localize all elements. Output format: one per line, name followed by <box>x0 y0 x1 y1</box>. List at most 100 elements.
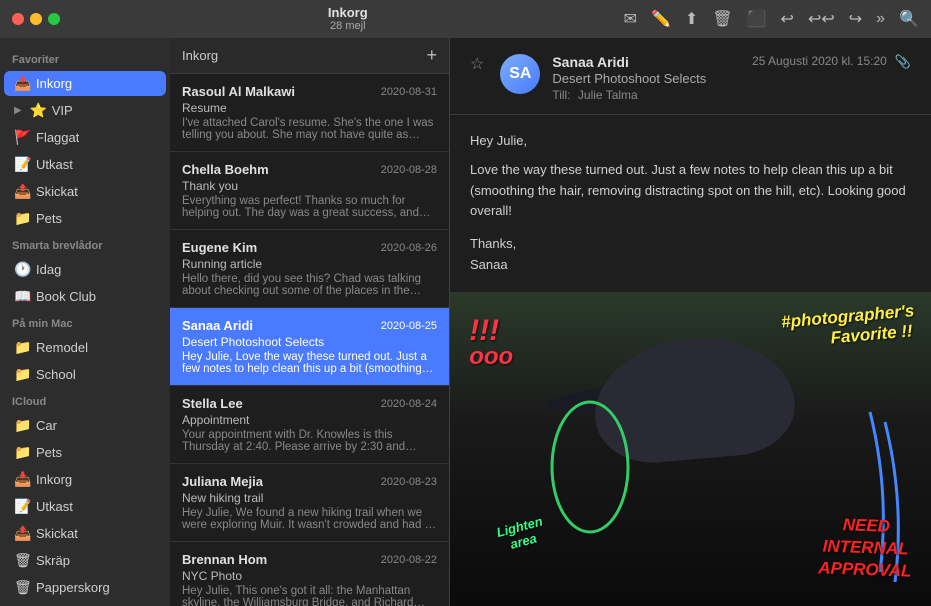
message-date: 2020-08-23 <box>381 476 437 488</box>
message-preview: Your appointment with Dr. Knowles is thi… <box>182 429 437 453</box>
sidebar-item-skickat[interactable]: 📤 Skickat <box>4 179 166 204</box>
sidebar-item-inkorg[interactable]: 📥 Inkorg <box>4 71 166 96</box>
folder-icon: 📁 <box>14 366 30 383</box>
trash-icon: 🗑 <box>14 552 30 569</box>
trash-icon: 🗑 <box>14 579 30 596</box>
window-title: Inkorg 28 mejl <box>72 5 624 34</box>
message-item[interactable]: Brennan Hom 2020-08-22 NYC Photo Hey Jul… <box>170 542 449 606</box>
folder-move-icon[interactable]: ⬛ <box>747 9 767 29</box>
sidebar-item-label: Skickat <box>36 184 78 199</box>
sidebar-item-label: Pets <box>36 211 62 226</box>
message-sender: Juliana Mejia <box>182 474 263 489</box>
fullscreen-button[interactable] <box>48 13 60 25</box>
detail-meta: Sanaa Aridi Desert Photoshoot Selects Ti… <box>552 54 740 102</box>
sidebar-item-idag[interactable]: 🕐 Idag <box>4 257 166 282</box>
forward-icon[interactable]: ↪ <box>849 9 862 29</box>
sidebar-item-label: Car <box>36 418 57 433</box>
message-subject: Thank you <box>182 179 437 193</box>
message-subject: NYC Photo <box>182 569 437 583</box>
edit-icon[interactable]: ✏️ <box>651 9 671 29</box>
sidebar-item-label: Skickat <box>36 526 78 541</box>
message-item[interactable]: Juliana Mejia 2020-08-23 New hiking trai… <box>170 464 449 542</box>
more-icon[interactable]: » <box>876 10 885 28</box>
message-preview: Hey Julie, This one's got it all: the Ma… <box>182 585 437 606</box>
sidebar-item-vip[interactable]: ▶ ⭐ VIP <box>4 98 166 123</box>
sidebar-item-remodel[interactable]: 📁 Remodel <box>4 335 166 360</box>
message-preview: Hey Julie, Love the way these turned out… <box>182 351 437 375</box>
message-list-scroll[interactable]: Rasoul Al Malkawi 2020-08-31 Resume I've… <box>170 74 449 606</box>
expand-arrow-icon: ▶ <box>14 105 22 116</box>
hat-shape <box>589 330 799 467</box>
draft-icon: 📝 <box>14 498 30 515</box>
message-preview: Hey Julie, We found a new hiking trail w… <box>182 507 437 531</box>
sidebar-item-arkiv[interactable]: 📦 Arkiv <box>4 602 166 606</box>
sidebar-item-car[interactable]: 📁 Car <box>4 413 166 438</box>
section-header-pa-min-mac: På min Mac <box>0 310 170 334</box>
folder-icon: 📁 <box>14 210 30 227</box>
detail-to: Till: Julie Talma <box>552 88 740 102</box>
exclamation-annotation: !!! ooo <box>469 317 513 370</box>
sidebar-item-pets-icloud[interactable]: 📁 Pets <box>4 440 166 465</box>
message-item-selected[interactable]: Sanaa Aridi 2020-08-25 Desert Photoshoot… <box>170 308 449 386</box>
message-item[interactable]: Chella Boehm 2020-08-28 Thank you Everyt… <box>170 152 449 230</box>
message-preview: Hello there, did you see this? Chad was … <box>182 273 437 297</box>
delete-icon[interactable]: 🗑 <box>712 9 732 29</box>
sidebar-item-pets[interactable]: 📁 Pets <box>4 206 166 231</box>
clock-icon: 🕐 <box>14 261 30 278</box>
star-favorite-icon[interactable]: ☆ <box>470 54 484 74</box>
compose-icon[interactable]: ✉ <box>624 9 637 29</box>
sidebar-item-label: Utkast <box>36 157 73 172</box>
message-subject: Running article <box>182 257 437 271</box>
sidebar: Favoriter 📥 Inkorg ▶ ⭐ VIP 🚩 Flaggat 📝 U… <box>0 38 170 606</box>
reply-icon[interactable]: ↩ <box>781 9 794 29</box>
search-icon[interactable]: 🔍 <box>899 9 919 29</box>
sidebar-item-utkast[interactable]: 📝 Utkast <box>4 152 166 177</box>
message-sender: Rasoul Al Malkawi <box>182 84 295 99</box>
section-header-smarta: Smarta brevlådor <box>0 232 170 256</box>
sidebar-item-utkast-icloud[interactable]: 📝 Utkast <box>4 494 166 519</box>
message-preview: Everything was perfect! Thanks so much f… <box>182 195 437 219</box>
message-item[interactable]: Rasoul Al Malkawi 2020-08-31 Resume I've… <box>170 74 449 152</box>
minimize-button[interactable] <box>30 13 42 25</box>
inbox-icon: 📥 <box>14 471 30 488</box>
sidebar-item-skickat-icloud[interactable]: 📤 Skickat <box>4 521 166 546</box>
sidebar-item-book-club[interactable]: 📖 Book Club <box>4 284 166 309</box>
flag-icon: 🚩 <box>14 129 30 146</box>
message-date: 2020-08-26 <box>381 242 437 254</box>
message-date: 2020-08-31 <box>381 86 437 98</box>
sidebar-item-label: Flaggat <box>36 130 79 145</box>
hashtag-annotation: #photographer's Favorite !! <box>780 302 913 354</box>
reply-all-icon[interactable]: ↩↩ <box>808 9 835 29</box>
sidebar-item-school[interactable]: 📁 School <box>4 362 166 387</box>
sidebar-item-papperskorg[interactable]: 🗑 Papperskorg <box>4 575 166 600</box>
message-item[interactable]: Eugene Kim 2020-08-26 Running article He… <box>170 230 449 308</box>
detail-body: Hey Julie, Love the way these turned out… <box>450 115 931 606</box>
sidebar-item-label: Inkorg <box>36 472 72 487</box>
main-layout: Favoriter 📥 Inkorg ▶ ⭐ VIP 🚩 Flaggat 📝 U… <box>0 38 931 606</box>
folder-icon: 📁 <box>14 339 30 356</box>
sidebar-item-flaggat[interactable]: 🚩 Flaggat <box>4 125 166 150</box>
approval-annotation: NEED INTERNAL APPROVAL <box>817 513 912 582</box>
lighten-annotation: Lighten area <box>495 514 548 555</box>
compose-button[interactable]: + <box>426 45 437 66</box>
message-subject: Desert Photoshoot Selects <box>182 335 437 349</box>
detail-header: ☆ SA Sanaa Aridi Desert Photoshoot Selec… <box>450 38 931 115</box>
message-subject: New hiking trail <box>182 491 437 505</box>
message-date: 2020-08-22 <box>381 554 437 566</box>
message-preview: I've attached Carol's resume. She's the … <box>182 117 437 141</box>
sidebar-item-label: Pets <box>36 445 62 460</box>
sidebar-item-label: Utkast <box>36 499 73 514</box>
message-date: 2020-08-28 <box>381 164 437 176</box>
attachment-indicator-icon: 📎 <box>895 54 911 70</box>
section-header-favoriter: Favoriter <box>0 46 170 70</box>
sent-icon: 📤 <box>14 525 30 542</box>
sidebar-item-label: School <box>36 367 76 382</box>
archive-icon[interactable]: ⬆ <box>685 9 698 29</box>
sidebar-item-skrap[interactable]: 🗑 Skräp <box>4 548 166 573</box>
sidebar-item-inkorg-icloud[interactable]: 📥 Inkorg <box>4 467 166 492</box>
detail-sender: Sanaa Aridi <box>552 54 740 70</box>
photo-background: !!! ooo #photographer's Favorite !! NEED… <box>450 292 931 606</box>
close-button[interactable] <box>12 13 24 25</box>
sent-icon: 📤 <box>14 183 30 200</box>
message-item[interactable]: Stella Lee 2020-08-24 Appointment Your a… <box>170 386 449 464</box>
